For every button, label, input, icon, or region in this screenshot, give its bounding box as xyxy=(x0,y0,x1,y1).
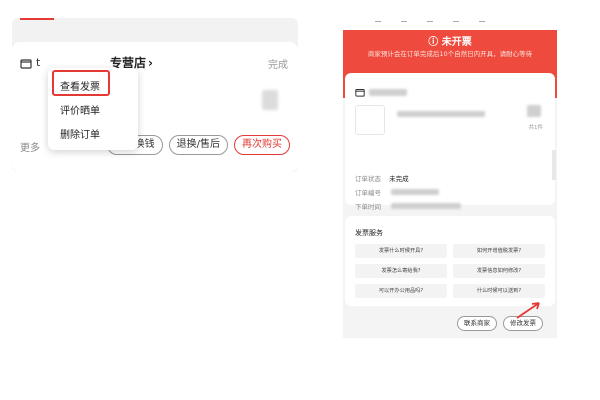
order-number-row: 订单编号 xyxy=(355,187,387,197)
nav-icon[interactable] xyxy=(375,21,381,27)
invoice-service-title: 发票服务 xyxy=(355,229,383,237)
tab-indicator xyxy=(20,18,54,24)
nav-icon[interactable] xyxy=(427,21,433,27)
order-time-blurred xyxy=(391,203,461,209)
faq-item[interactable]: 如何开增值税发票? xyxy=(453,244,545,258)
product-thumbnail[interactable] xyxy=(355,105,385,135)
shop-icon xyxy=(20,58,32,69)
row-value: 未完成 xyxy=(389,175,409,183)
more-link[interactable]: 更多 xyxy=(20,139,40,154)
invoice-actions: 联系商家 修改发票 xyxy=(457,316,543,331)
menu-item-review[interactable]: 评价晒单 xyxy=(60,102,100,117)
order-status-row: 订单状态 未完成 xyxy=(355,173,409,183)
shop-icon xyxy=(355,89,365,97)
banner-title: ⓘ 未开票 xyxy=(428,37,472,48)
contact-seller-button[interactable]: 联系商家 xyxy=(457,316,497,331)
price-blurred xyxy=(527,105,541,117)
faq-item[interactable]: 可以开办公用品吗? xyxy=(355,284,447,298)
faq-item[interactable]: 发票信息如何修改? xyxy=(453,264,545,278)
price-blurred xyxy=(262,90,278,110)
shop-row[interactable]: t xyxy=(20,56,40,69)
shop-name-prefix: t xyxy=(36,56,41,69)
row-label: 下单时间 xyxy=(355,203,381,211)
row-label: 订单状态 xyxy=(355,175,381,183)
faq-item[interactable]: 发票怎么寄给我? xyxy=(355,264,447,278)
modify-invoice-button[interactable]: 修改发票 xyxy=(503,316,543,331)
faq-grid: 发票什么时候开具? 如何开增值税发票? 发票怎么寄给我? 发票信息如何修改? 可… xyxy=(355,244,545,298)
rebuy-button[interactable]: 再次购买 xyxy=(234,135,290,155)
scroll-edge xyxy=(552,150,556,180)
banner-subtitle: 商家预计会在订单完成后10个自然日内开具，请耐心等待 xyxy=(367,50,533,58)
screenshot-stage: t 专营店› 完成 单 更多 卖了换钱 退换/售后 再次购买 查看发票 评价晒单… xyxy=(0,0,600,400)
faq-item[interactable]: 什么时候可以送到? xyxy=(453,284,545,298)
menu-item-view-invoice[interactable]: 查看发票 xyxy=(60,78,100,93)
browser-nav-strip xyxy=(343,18,557,30)
product-name-blurred xyxy=(397,111,485,117)
order-status-label: 完成 xyxy=(268,60,288,71)
quantity-label: 共1件 xyxy=(528,125,544,131)
order-number-blurred xyxy=(391,189,439,195)
return-button[interactable]: 退换/售后 xyxy=(168,135,228,155)
invoice-service-card: 发票服务 发票什么时候开具? 如何开增值税发票? 发票怎么寄给我? 发票信息如何… xyxy=(345,216,555,306)
row-label: 订单编号 xyxy=(355,189,381,197)
order-list-panel: t 专营店› 完成 单 更多 卖了换钱 退换/售后 再次购买 查看发票 评价晒单… xyxy=(12,18,298,172)
shop-row[interactable] xyxy=(355,87,407,97)
menu-item-delete-order[interactable]: 删除订单 xyxy=(60,126,100,141)
nav-icon[interactable] xyxy=(479,21,485,27)
nav-icon[interactable] xyxy=(453,21,459,27)
chevron-right-icon: › xyxy=(148,56,153,70)
order-info-card: 共1件 订单状态 未完成 订单编号 下单时间 xyxy=(345,73,555,211)
order-time-row: 下单时间 xyxy=(355,201,387,211)
shop-name-blurred xyxy=(369,88,407,96)
invoice-detail-panel: ⓘ 未开票 商家预计会在订单完成后10个自然日内开具，请耐心等待 共1件 订单状… xyxy=(343,18,557,338)
nav-icon[interactable] xyxy=(401,21,407,27)
more-popup-menu: 查看发票 评价晒单 删除订单 xyxy=(48,68,138,150)
faq-item[interactable]: 发票什么时候开具? xyxy=(355,244,447,258)
